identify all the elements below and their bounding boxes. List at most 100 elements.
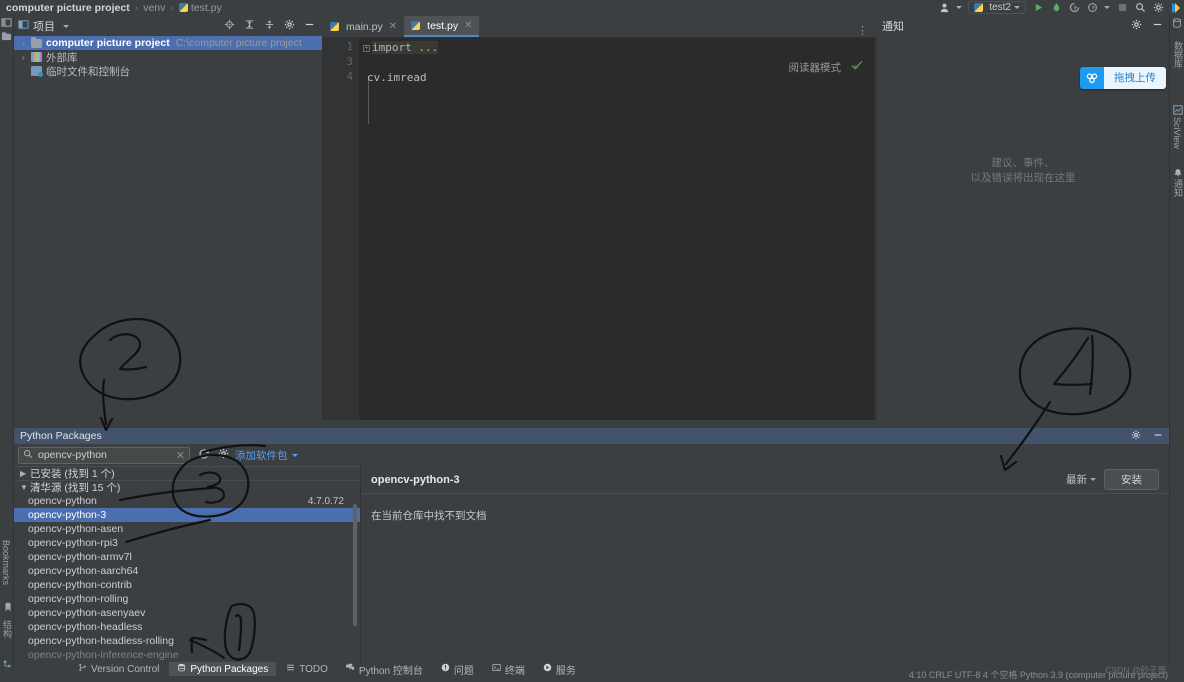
version-selector[interactable]: 最新: [1066, 472, 1096, 487]
commit-icon[interactable]: [1, 31, 13, 43]
breadcrumb-project[interactable]: computer picture project: [6, 2, 130, 14]
list-item[interactable]: opencv-python-inference-engine: [14, 648, 360, 662]
install-button[interactable]: 安装: [1104, 469, 1159, 490]
collapse-all-icon[interactable]: [264, 19, 275, 33]
package-group-repository[interactable]: ▼ 清华源 (找到 15 个): [14, 480, 360, 494]
search-icon[interactable]: [1134, 2, 1146, 14]
gear-icon[interactable]: [1131, 430, 1141, 443]
sciview-icon[interactable]: [1173, 105, 1184, 117]
user-dropdown-caret-icon[interactable]: [956, 6, 963, 9]
profile-icon[interactable]: [1086, 2, 1098, 14]
list-item[interactable]: opencv-python-contrib: [14, 578, 360, 592]
package-group-installed-label: 已安装 (找到 1 个): [30, 468, 115, 480]
minimize-icon[interactable]: [1153, 430, 1163, 443]
branch-icon: [78, 663, 87, 675]
package-settings-gear-icon[interactable]: [218, 448, 229, 462]
notifications-empty-line-2: 以及错误将出现在这里: [970, 172, 1076, 184]
right-rail-label-database[interactable]: 数据库: [1172, 41, 1184, 68]
gear-icon[interactable]: [284, 19, 295, 33]
clear-icon[interactable]: ✕: [176, 449, 185, 462]
left-rail-label-bookmarks[interactable]: Bookmarks: [1, 540, 11, 585]
bottom-tab-python-packages[interactable]: Python Packages: [169, 662, 277, 676]
debug-icon[interactable]: [1050, 2, 1062, 14]
right-tool-rail: 数据库 SciView 通知: [1169, 15, 1184, 667]
list-item[interactable]: opencv-python-rolling: [14, 592, 360, 606]
python-file-icon: [411, 21, 421, 30]
package-name: opencv-python-asenyaev: [28, 607, 146, 619]
editor-tab-test[interactable]: test.py ✕: [404, 16, 480, 37]
settings-icon[interactable]: [1152, 2, 1164, 14]
expand-all-icon[interactable]: [244, 19, 255, 33]
list-item[interactable]: opencv-python-headless: [14, 620, 360, 634]
profile-caret-icon[interactable]: [1104, 6, 1110, 9]
gear-icon[interactable]: [1131, 19, 1142, 33]
package-list-scrollbar[interactable]: [353, 504, 357, 626]
package-name: opencv-python-aarch64: [28, 565, 139, 577]
tree-item-external-libraries[interactable]: › 外部库: [14, 50, 322, 64]
notifications-title: 通知: [882, 21, 904, 33]
package-name: opencv-python-asen: [28, 523, 124, 535]
run-icon[interactable]: [1032, 2, 1044, 14]
notifications-tools: [1131, 19, 1163, 33]
tree-arrow-icon[interactable]: ›: [22, 39, 31, 48]
database-icon[interactable]: [1172, 18, 1184, 30]
bottom-tab-problems[interactable]: 问题: [433, 662, 482, 677]
close-icon[interactable]: ✕: [389, 21, 397, 32]
refresh-icon[interactable]: [198, 448, 210, 463]
tree-item-project[interactable]: › computer picture project C:\computer p…: [14, 36, 322, 50]
minimize-icon[interactable]: [1152, 19, 1163, 33]
list-item[interactable]: opencv-python-armv7l: [14, 550, 360, 564]
package-list[interactable]: ▶ 已安装 (找到 1 个) ▼ 清华源 (找到 15 个) opencv-py…: [14, 466, 361, 662]
bottom-tab-version-control[interactable]: Version Control: [70, 662, 167, 676]
add-package-link[interactable]: 添加软件包: [235, 448, 288, 463]
inspection-status-icon[interactable]: [851, 59, 863, 74]
tree-item-scratches[interactable]: 临时文件和控制台: [14, 64, 322, 78]
minimize-icon[interactable]: [304, 19, 315, 33]
bottom-tab-python-console[interactable]: Python 控制台: [338, 662, 431, 677]
locate-icon[interactable]: [224, 19, 235, 33]
breadcrumb-venv[interactable]: venv: [143, 2, 165, 14]
right-rail-label-notifications[interactable]: 通知: [1172, 179, 1184, 197]
bottom-tab-services[interactable]: 服务: [535, 662, 584, 677]
close-icon[interactable]: ✕: [464, 20, 472, 31]
right-rail-label-sciview[interactable]: SciView: [1172, 117, 1182, 149]
bell-icon[interactable]: [1173, 167, 1184, 179]
python-packages-header: Python Packages: [14, 428, 1169, 444]
left-rail-label-structure[interactable]: 结构: [1, 620, 14, 638]
list-item[interactable]: opencv-python-rpi3: [14, 536, 360, 550]
fold-toggle-icon[interactable]: +: [363, 45, 370, 52]
notifications-empty-text: 建议、事件、 以及错误将出现在这里: [877, 156, 1169, 186]
search-input[interactable]: opencv-python ✕: [18, 446, 190, 464]
tree-arrow-icon[interactable]: ›: [22, 53, 31, 62]
run-configuration-selector[interactable]: test2: [968, 1, 1026, 14]
drag-upload-button[interactable]: 拖拽上传: [1080, 67, 1166, 89]
add-package-caret-icon[interactable]: [291, 453, 298, 457]
drag-upload-label: 拖拽上传: [1104, 67, 1166, 89]
package-detail-header: opencv-python-3 最新 安装: [361, 466, 1169, 494]
list-item[interactable]: opencv-python-asen: [14, 522, 360, 536]
list-item[interactable]: opencv-python 4.7.0.72: [14, 494, 360, 508]
editor-tab-main[interactable]: main.py ✕: [323, 16, 404, 37]
bottom-tab-terminal[interactable]: 终端: [484, 662, 533, 677]
package-name: opencv-python-rpi3: [28, 537, 118, 549]
package-group-installed[interactable]: ▶ 已安装 (找到 1 个): [14, 466, 360, 480]
code-editor[interactable]: 1 3 4 + import ... cv.imread 阅读器模式: [323, 37, 875, 420]
coverage-icon[interactable]: [1068, 2, 1080, 14]
project-panel-caret-icon[interactable]: [63, 24, 69, 28]
upload-cloud-icon: [1080, 67, 1104, 89]
list-item[interactable]: opencv-python-aarch64: [14, 564, 360, 578]
user-icon[interactable]: [938, 2, 950, 14]
python-packages-title: Python Packages: [20, 430, 102, 442]
list-item[interactable]: opencv-python-headless-rolling: [14, 634, 360, 648]
package-name: opencv-python-armv7l: [28, 551, 132, 563]
list-item[interactable]: opencv-python-3: [14, 508, 360, 522]
editor-tab-overflow-icon[interactable]: ⋮: [857, 24, 875, 37]
project-icon[interactable]: [1, 17, 13, 29]
bottom-tab-todo[interactable]: TODO: [278, 662, 336, 676]
list-item[interactable]: opencv-python-asenyaev: [14, 606, 360, 620]
folder-icon: [31, 36, 42, 48]
ai-assistant-icon[interactable]: [1170, 2, 1182, 14]
reader-mode-label[interactable]: 阅读器模式: [789, 60, 842, 75]
breadcrumb-file[interactable]: test.py: [191, 2, 222, 14]
code-line-1[interactable]: + import ...: [363, 41, 439, 54]
